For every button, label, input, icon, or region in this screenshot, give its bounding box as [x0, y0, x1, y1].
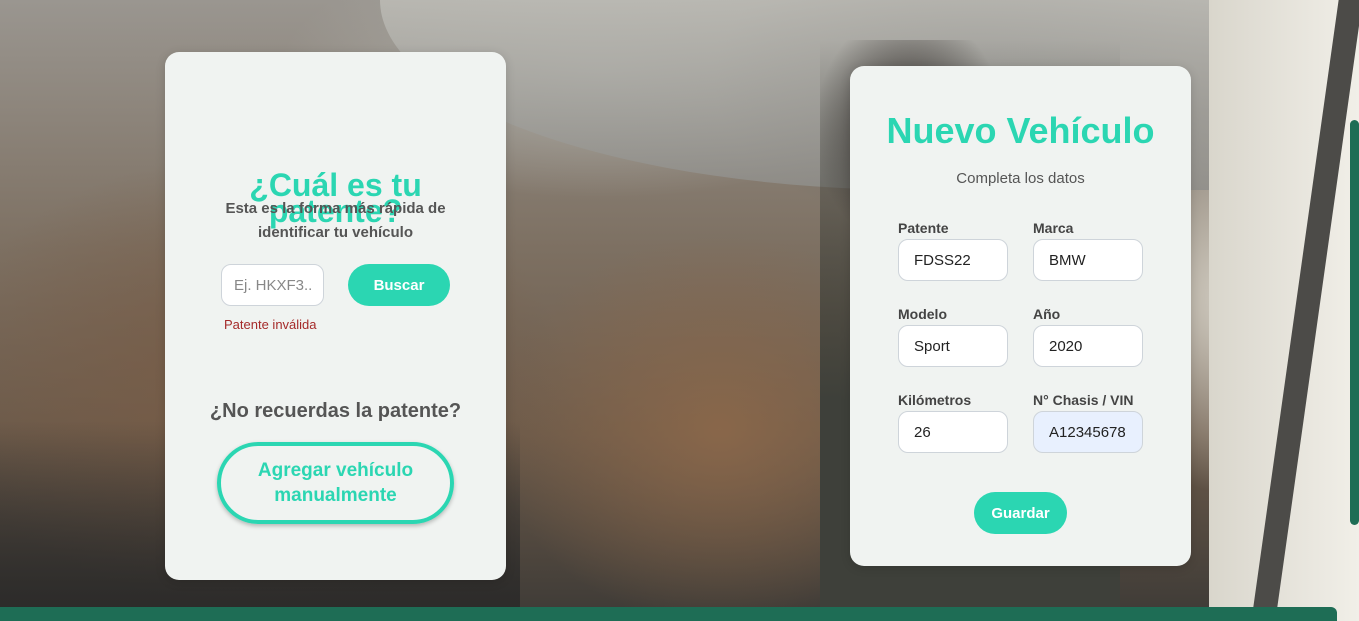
- brand-field-label: Marca: [1033, 220, 1074, 236]
- add-vehicle-manually-button[interactable]: Agregar vehículo manualmente: [217, 442, 454, 524]
- new-vehicle-subtitle: Completa los datos: [956, 170, 1085, 187]
- horizontal-scrollbar[interactable]: [0, 607, 1337, 621]
- brand-field-input[interactable]: [1033, 239, 1143, 281]
- brand-field: Marca: [1033, 220, 1143, 281]
- plate-error-message: Patente inválida: [224, 317, 317, 332]
- plate-field-label: Patente: [898, 220, 949, 236]
- new-vehicle-card: Nuevo Vehículo Completa los datos Patent…: [850, 66, 1191, 566]
- new-vehicle-title: Nuevo Vehículo: [886, 110, 1155, 151]
- page-scrollbar[interactable]: [1350, 120, 1359, 525]
- model-field-label: Modelo: [898, 306, 947, 322]
- add-vehicle-manually-line1: Agregar vehículo: [257, 460, 414, 481]
- vin-field: N° Chasis / VIN: [1033, 392, 1143, 453]
- kilometers-field: Kilómetros: [898, 392, 1008, 453]
- year-field-label: Año: [1033, 306, 1061, 322]
- kilometers-field-label: Kilómetros: [898, 392, 972, 408]
- search-button[interactable]: Buscar: [348, 264, 450, 306]
- year-field: Año: [1033, 306, 1143, 367]
- kilometers-field-input[interactable]: [898, 411, 1008, 453]
- plate-field: Patente: [898, 220, 1008, 281]
- lookup-subtitle: Esta es la forma más rápida de identific…: [225, 200, 446, 241]
- add-vehicle-manually-line2: manualmente: [274, 485, 397, 506]
- model-field-input[interactable]: [898, 325, 1008, 367]
- forgot-plate-text: ¿No recuerdas la patente?: [209, 400, 462, 422]
- vin-field-input[interactable]: [1033, 411, 1143, 453]
- save-button[interactable]: Guardar: [974, 492, 1067, 534]
- year-field-input[interactable]: [1033, 325, 1143, 367]
- model-field: Modelo: [898, 306, 1008, 367]
- plate-lookup-card: ¿Cuál es tu patente? Esta es la forma má…: [165, 52, 506, 580]
- vin-field-label: N° Chasis / VIN: [1033, 392, 1134, 408]
- plate-search-input[interactable]: [221, 264, 324, 306]
- plate-field-input[interactable]: [898, 239, 1008, 281]
